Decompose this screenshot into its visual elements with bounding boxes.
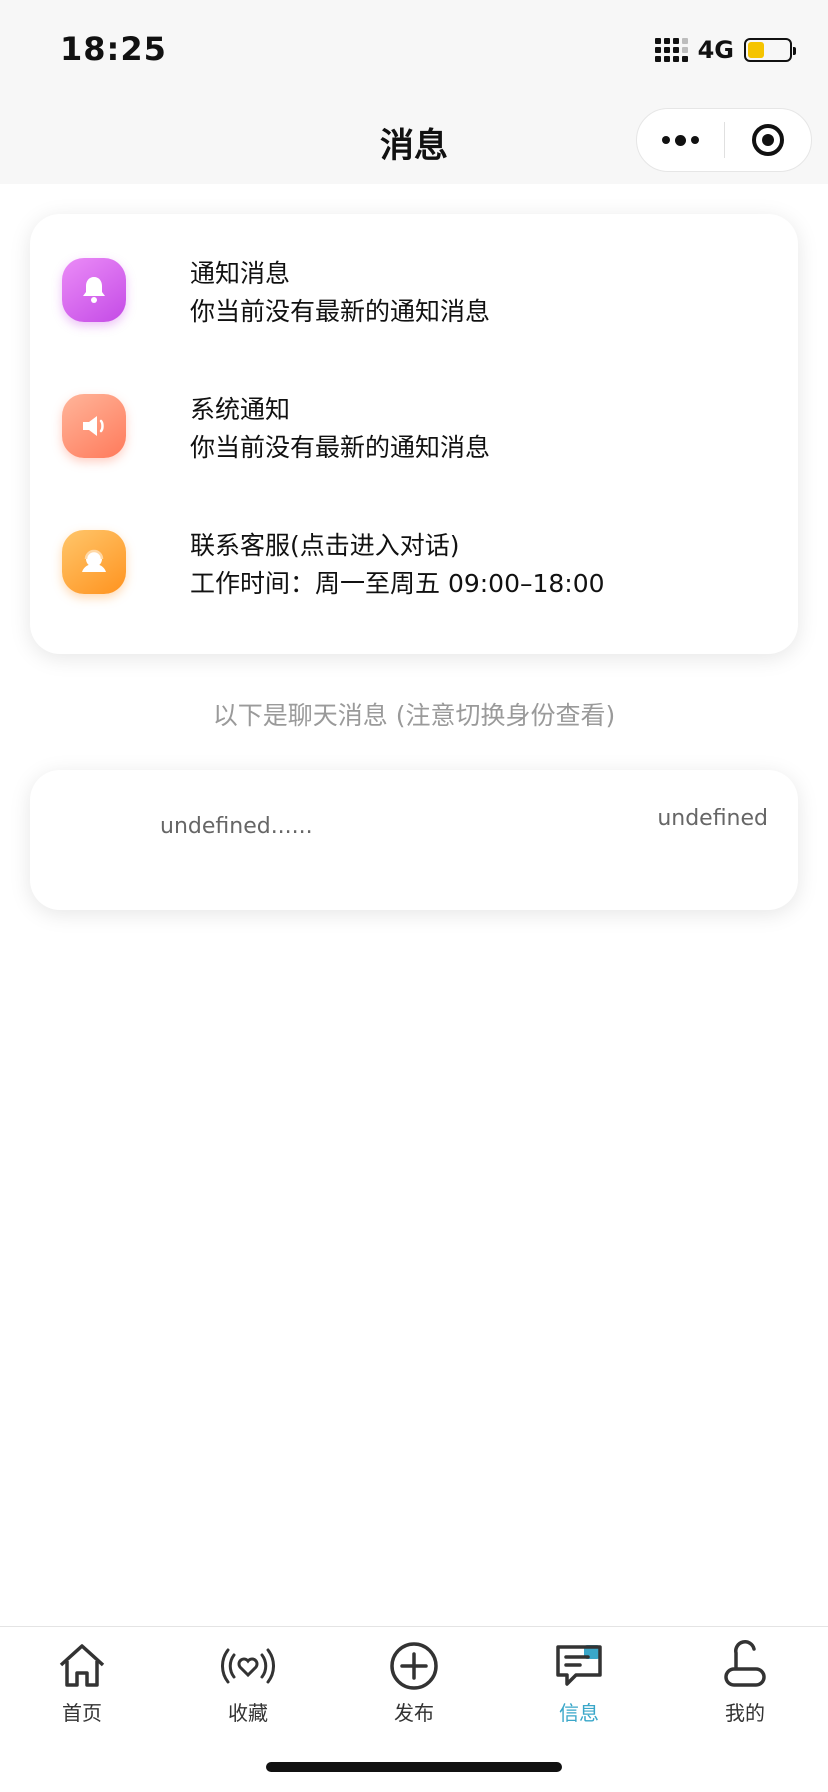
heart-broadcast-icon [221, 1648, 275, 1684]
tab-messages[interactable]: 信息 [524, 1639, 634, 1739]
notice-title: 通知消息 [190, 259, 291, 288]
tab-home[interactable]: 首页 [27, 1639, 137, 1739]
mini-program-capsule [636, 108, 812, 172]
tab-favorites[interactable]: 收藏 [193, 1639, 303, 1739]
chat-preview: undefined...... [160, 814, 313, 839]
message-icon [556, 1645, 602, 1686]
customer-service-hours: 工作时间：周一至周五 09:00–18:00 [190, 569, 605, 598]
top-bar: 18:25 4G 消息 [0, 0, 828, 184]
home-icon [59, 1644, 105, 1687]
customer-service-row[interactable]: 联系客服(点击进入对话) 工作时间：周一至周五 09:00–18:00 [62, 516, 766, 606]
notice-row[interactable]: 通知消息 你当前没有最新的通知消息 [62, 244, 766, 334]
chat-time: undefined [657, 806, 768, 831]
signal-icon [654, 38, 688, 62]
tab-messages-label: 信息 [559, 1701, 599, 1725]
tab-home-label: 首页 [62, 1701, 102, 1725]
headset-icon [62, 530, 126, 594]
more-button[interactable] [637, 109, 724, 171]
status-indicators: 4G [654, 36, 796, 64]
home-indicator [266, 1762, 562, 1772]
network-label: 4G [697, 36, 734, 64]
chat-section-hint: 以下是聊天消息 (注意切换身份查看) [212, 701, 616, 730]
plus-circle-icon [390, 1642, 438, 1690]
more-dots-icon [661, 134, 699, 146]
tab-profile[interactable]: 我的 [690, 1639, 800, 1739]
close-button[interactable] [725, 109, 812, 171]
tab-profile-label: 我的 [725, 1701, 765, 1725]
speaker-icon [62, 394, 126, 458]
target-icon [751, 124, 784, 156]
user-icon [724, 1640, 766, 1687]
bell-icon [62, 258, 126, 322]
notice-subtitle: 你当前没有最新的通知消息 [190, 297, 491, 326]
tab-favorites-label: 收藏 [228, 1701, 268, 1725]
system-notice-title: 系统通知 [190, 395, 291, 424]
chat-list-item[interactable]: undefined...... undefined [30, 770, 798, 910]
status-time: 18:25 [60, 30, 167, 68]
customer-service-title: 联系客服(点击进入对话) [190, 531, 460, 560]
battery-icon [744, 38, 796, 62]
messages-page: 18:25 4G 消息 通知消息 你当前没有最新的通知消息 系统通知 你当前没有… [0, 0, 828, 1792]
notification-card: 通知消息 你当前没有最新的通知消息 系统通知 你当前没有最新的通知消息 联系客服… [30, 214, 798, 654]
system-notice-subtitle: 你当前没有最新的通知消息 [190, 433, 491, 462]
tab-publish[interactable]: 发布 [359, 1639, 469, 1739]
system-notice-row[interactable]: 系统通知 你当前没有最新的通知消息 [62, 380, 766, 470]
tab-publish-label: 发布 [394, 1701, 434, 1725]
